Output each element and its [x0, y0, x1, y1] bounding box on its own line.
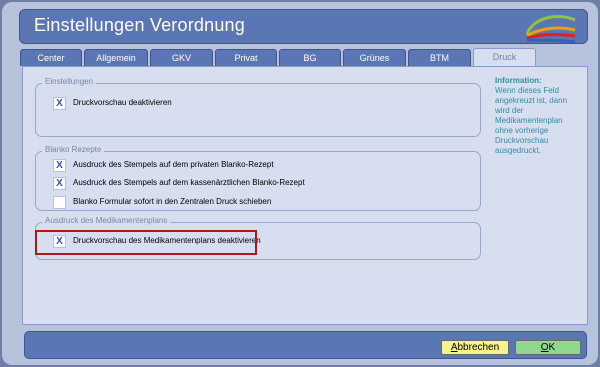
info-line: Druckvorschau: [495, 136, 549, 145]
settings-window: Einstellungen Verordnung Center Allgemei…: [2, 2, 598, 365]
tab-gruenes[interactable]: Grünes: [343, 49, 406, 66]
cancel-label: bbrechen: [457, 342, 500, 353]
tab-privat[interactable]: Privat: [215, 49, 277, 66]
group-legend: Blanko Rezepte: [42, 145, 105, 154]
window-title: Einstellungen Verordnung: [34, 15, 245, 35]
checkbox-label: Ausdruck des Stempels auf dem kassenärzt…: [73, 178, 305, 187]
button-bar: Abbrechen OK: [24, 331, 587, 359]
druck-panel: Einstellungen X Druckvorschau deaktivier…: [22, 66, 588, 325]
highlight-frame: [35, 230, 257, 255]
checkbox[interactable]: X: [53, 159, 66, 172]
group-legend: Ausdruck des Medikamentenplans: [42, 216, 171, 225]
title-bar: Einstellungen Verordnung: [19, 9, 588, 44]
info-line: ohne vorherige: [495, 126, 549, 135]
info-line: angekreuzt ist, dann: [495, 96, 568, 105]
tab-druck[interactable]: Druck: [473, 48, 536, 67]
checkbox[interactable]: X: [53, 97, 66, 110]
tab-center[interactable]: Center: [20, 49, 82, 66]
group-blanko-rezepte: Blanko Rezepte X Ausdruck des Stempels a…: [35, 145, 481, 211]
tab-allgemein[interactable]: Allgemein: [84, 49, 148, 66]
cancel-button[interactable]: Abbrechen: [441, 340, 509, 355]
info-line: ausgedruckt.: [495, 146, 541, 155]
checkbox-label: Druckvorschau deaktivieren: [73, 98, 172, 107]
checkbox-label: Blanko Formular sofort in den Zentralen …: [73, 197, 272, 206]
ok-label: K: [548, 342, 556, 353]
tab-bg[interactable]: BG: [279, 49, 341, 66]
group-legend: Einstellungen: [42, 77, 97, 86]
ok-mnemonic: O: [540, 342, 549, 353]
info-box: Information: Wenn dieses Feld angekreuzt…: [495, 76, 577, 156]
tab-gkv[interactable]: GKV: [150, 49, 213, 66]
info-line: Medikamentenplan: [495, 116, 563, 125]
checkbox-label: Ausdruck des Stempels auf dem privaten B…: [73, 160, 274, 169]
group-einstellungen: Einstellungen X Druckvorschau deaktivier…: [35, 77, 481, 137]
checkbox[interactable]: [53, 196, 66, 209]
brand-logo-icon: [525, 15, 576, 44]
tab-btm[interactable]: BTM: [408, 49, 471, 66]
info-line: Wenn dieses Feld: [495, 86, 559, 95]
info-title: Information:: [495, 76, 542, 85]
ok-button[interactable]: OK: [515, 340, 581, 355]
checkbox[interactable]: X: [53, 177, 66, 190]
info-line: wird der: [495, 106, 524, 115]
